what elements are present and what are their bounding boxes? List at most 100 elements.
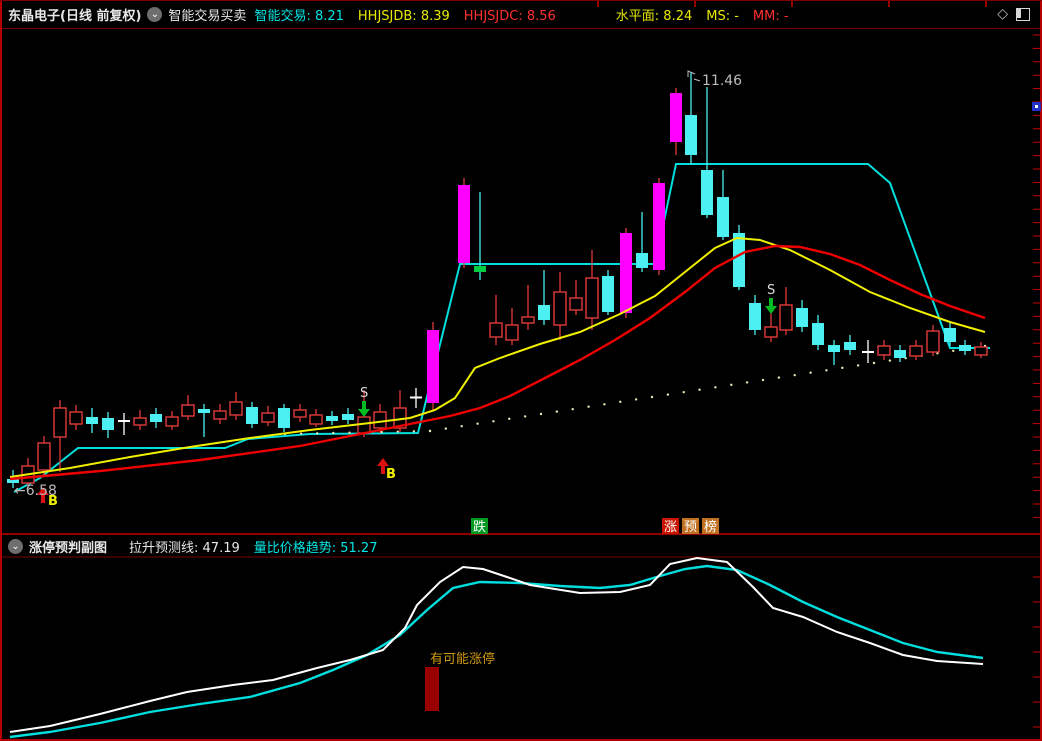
candle-body-signal	[427, 330, 439, 403]
candle-body-up	[69, 411, 83, 425]
candle-body-up	[569, 297, 583, 311]
candle	[959, 340, 971, 355]
candle	[86, 408, 98, 433]
candle-body-up	[37, 442, 51, 471]
candle	[521, 285, 535, 330]
stock-app-window: 东晶电子(日线 前复权) ⌄ 智能交易买卖 智能交易: 8.21 HHJSJDB:…	[0, 0, 1042, 741]
candle	[602, 270, 614, 315]
candle-body-signal	[670, 93, 682, 142]
candle-body-down	[894, 350, 906, 358]
candle-body-down	[701, 170, 713, 215]
candle	[653, 178, 665, 275]
candle-body-down	[326, 416, 338, 421]
candle	[585, 250, 599, 330]
candle-body-down	[749, 303, 761, 330]
candle	[458, 178, 470, 268]
candle-body-down	[812, 323, 824, 345]
indicator-badge: 涨	[662, 518, 679, 535]
candle-body-down	[86, 417, 98, 424]
candle-body-down	[944, 328, 956, 342]
candle	[701, 87, 713, 218]
candle	[569, 280, 583, 315]
candle	[505, 308, 519, 345]
sell-arrow-shaft	[362, 401, 366, 409]
candle-body-signal	[620, 233, 632, 313]
indicator-badge: 预	[682, 518, 699, 535]
candle	[974, 342, 988, 358]
candle-body-signal	[653, 183, 665, 270]
candle-body-up	[505, 324, 519, 341]
candle	[261, 406, 275, 426]
candle-body-up	[181, 404, 195, 417]
candle-body-up	[53, 407, 67, 438]
sell-down-arrow-icon	[765, 306, 777, 314]
indicator-badge: 榜	[702, 518, 719, 535]
candle-body-up	[877, 345, 891, 356]
price-label: ←6.58	[14, 483, 57, 499]
candle	[198, 404, 210, 437]
candle-body-up	[373, 411, 387, 429]
candle-body-down	[844, 342, 856, 350]
candle	[828, 340, 840, 365]
candle	[877, 340, 891, 360]
candle-body-up	[926, 330, 940, 353]
candle	[293, 404, 307, 422]
sub-white-forecast-line	[9, 556, 984, 733]
candle-body-up	[229, 401, 243, 416]
candle	[553, 272, 567, 340]
limit-up-signal-bar	[425, 667, 439, 711]
candle	[944, 322, 956, 346]
price-label: 11.46	[687, 70, 742, 89]
candle-body-down	[102, 418, 114, 430]
candle-body-down	[278, 408, 290, 428]
candle-body-down	[602, 276, 614, 312]
candle	[53, 400, 67, 472]
candle-body-up	[133, 417, 147, 426]
candle-body-up	[521, 316, 535, 324]
candle-body-up	[553, 291, 567, 326]
sell-arrow-shaft	[769, 298, 773, 306]
candle	[229, 392, 243, 420]
price-label-text: ←6.58	[14, 483, 57, 499]
candle-body-up	[489, 322, 503, 338]
candle-body-down	[246, 407, 258, 424]
candle	[685, 72, 697, 165]
candle-body-up	[585, 277, 599, 319]
buy-up-arrow-icon	[377, 458, 389, 466]
candle	[926, 325, 940, 356]
buy-arrow-shaft	[381, 466, 385, 474]
candle-body-up	[779, 304, 793, 331]
candle	[246, 402, 258, 428]
candle	[620, 228, 632, 318]
candle-body-up	[213, 410, 227, 420]
badge-text: 预	[684, 520, 697, 535]
candle	[102, 412, 114, 438]
candle-body-down	[636, 253, 648, 268]
limit-up-annotation: 有可能涨停	[430, 651, 495, 667]
candle	[342, 408, 354, 424]
candle-body-up	[309, 414, 323, 425]
candle-body-down	[828, 345, 840, 352]
candle	[894, 345, 906, 362]
candle	[796, 300, 808, 332]
candle	[844, 335, 856, 355]
price-label-text: 11.46	[702, 73, 742, 89]
candle-body-up	[261, 412, 275, 423]
candle-body-up	[165, 416, 179, 427]
candle	[309, 409, 323, 427]
candle-body-down	[796, 308, 808, 327]
ma-line-yellow	[9, 236, 986, 478]
candle	[118, 413, 130, 435]
candle-body-up	[293, 409, 307, 418]
candle	[670, 88, 682, 155]
candle	[636, 212, 648, 272]
chart-canvas[interactable]: BSBS11.46←6.58跌涨预榜有可能涨停	[0, 0, 1042, 741]
buy-label: B	[386, 467, 396, 482]
candle	[326, 411, 338, 425]
sub-cyan-trend-line	[9, 564, 984, 739]
candle	[909, 340, 923, 360]
candle-body-down	[717, 197, 729, 237]
candle	[427, 322, 439, 410]
sell-signal-marker: S	[358, 386, 370, 417]
candle-body-up	[764, 326, 778, 338]
